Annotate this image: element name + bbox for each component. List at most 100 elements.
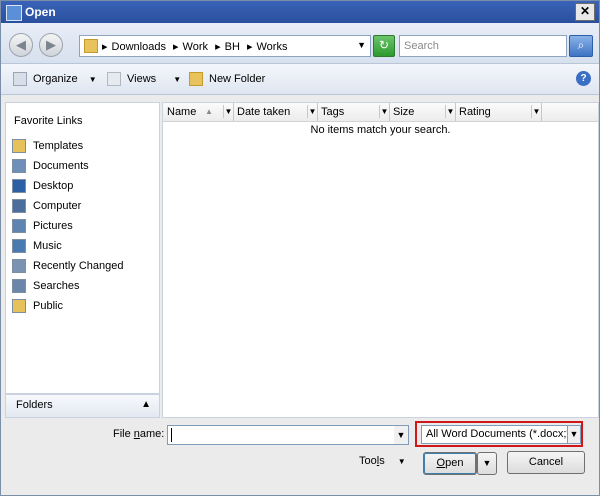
back-button[interactable]: ◀ — [9, 33, 33, 57]
close-button[interactable]: ✕ — [575, 3, 595, 21]
computer-icon — [12, 199, 26, 214]
nav-item-desktop[interactable]: Desktop — [6, 176, 159, 196]
open-dropdown-button[interactable]: ▼ — [477, 452, 497, 475]
breadcrumb-works[interactable]: Works — [256, 41, 287, 53]
column-date-taken-label: Date taken — [237, 106, 291, 118]
recent-icon — [12, 259, 26, 274]
toolbar: Organize ▼ Views ▼ New Folder ? — [1, 64, 599, 95]
column-size-filter-icon[interactable]: ▼ — [445, 105, 455, 118]
nav-item-label: Computer — [33, 200, 82, 212]
tools-label-part: Too — [359, 455, 377, 467]
views-label: Views — [127, 72, 157, 85]
refresh-button[interactable]: ↻ — [373, 35, 395, 57]
nav-item-searches[interactable]: Searches — [6, 276, 159, 296]
desktop-icon — [12, 179, 26, 194]
nav-item-music[interactable]: Music — [6, 236, 159, 256]
column-date-taken[interactable]: Date taken ▼ — [233, 103, 318, 121]
chevron-up-icon: ▲ — [141, 399, 151, 410]
chevron-down-icon: ▼ — [482, 458, 492, 468]
breadcrumb-separator: ▸ — [246, 41, 253, 53]
forward-arrow-icon: ▶ — [46, 37, 56, 52]
nav-item-label: Recently Changed — [33, 260, 124, 272]
title-bar[interactable]: Open ✕ — [1, 1, 599, 23]
file-name-label: File name: — [113, 428, 164, 440]
nav-item-documents[interactable]: Documents — [6, 156, 159, 176]
breadcrumb-separator: ▸ — [173, 41, 179, 53]
nav-item-recently-changed[interactable]: Recently Changed — [6, 256, 159, 276]
nav-item-pictures[interactable]: Pictures — [6, 216, 159, 236]
breadcrumb-bh[interactable]: BH — [225, 41, 240, 53]
views-icon — [107, 72, 121, 86]
address-bar-area: ◀ ▶ ▸ Downloads ▸ Work ▸ BH ▸ Works ▼ ↻ Sear… — [1, 23, 599, 64]
file-type-filter[interactable]: All Word Documents (*.docx;* ▼ — [415, 421, 583, 447]
search-icon: ⌕ — [577, 38, 585, 52]
file-name-input[interactable] — [167, 425, 395, 445]
nav-item-label: Public — [33, 300, 63, 312]
folder-icon — [84, 39, 98, 53]
search-input[interactable]: Search — [399, 35, 567, 57]
open-dialog: Open ✕ ◀ ▶ ▸ Downloads ▸ Work ▸ BH ▸ Works ▼… — [0, 0, 600, 496]
tools-label-part: s — [379, 455, 385, 467]
favorite-links-header: Favorite Links — [14, 115, 83, 127]
column-rating-filter-icon[interactable]: ▼ — [531, 105, 541, 118]
column-header-bar: Name ▲ ▼ Date taken ▼ Tags ▼ Size ▼ Rati… — [163, 103, 598, 122]
documents-icon — [12, 159, 26, 174]
nav-item-public[interactable]: Public — [6, 296, 159, 316]
chevron-down-icon: ▼ — [397, 457, 406, 466]
column-date-taken-filter-icon[interactable]: ▼ — [307, 105, 317, 118]
address-bar[interactable]: ▸ Downloads ▸ Work ▸ BH ▸ Works ▼ — [79, 35, 371, 57]
navigation-pane: Favorite Links Templates Documents Desktop… — [5, 102, 160, 394]
file-name-label-part: File — [113, 428, 134, 440]
window-title: Open — [25, 5, 56, 19]
music-icon — [12, 239, 26, 254]
favorite-links-list: Templates Documents Desktop Computer Picture… — [6, 136, 159, 316]
sort-ascending-icon: ▲ — [205, 107, 213, 116]
nav-item-label: Templates — [33, 140, 84, 152]
breadcrumb-separator: ▸ — [102, 41, 108, 53]
column-size-label: Size — [393, 106, 415, 118]
views-button[interactable]: Views ▼ — [107, 72, 181, 86]
column-size[interactable]: Size ▼ — [389, 103, 456, 121]
tools-button[interactable]: Tools ▼ — [359, 455, 406, 467]
column-rating-label: Rating — [459, 106, 491, 118]
nav-item-label: Searches — [33, 280, 80, 292]
chevron-down-icon: ▼ — [173, 74, 182, 84]
forward-button[interactable]: ▶ — [39, 33, 63, 57]
column-rating[interactable]: Rating ▼ — [455, 103, 542, 121]
file-type-dropdown-icon[interactable]: ▼ — [567, 425, 581, 444]
organize-button[interactable]: Organize ▼ — [13, 72, 97, 86]
search-button[interactable]: ⌕ — [569, 35, 593, 57]
new-folder-icon — [189, 72, 203, 86]
column-name[interactable]: Name ▲ ▼ — [163, 103, 234, 121]
nav-item-label: Pictures — [33, 220, 73, 232]
cancel-button[interactable]: Cancel — [507, 451, 585, 474]
column-name-filter-icon[interactable]: ▼ — [223, 105, 233, 118]
address-dropdown-icon[interactable]: ▼ — [357, 40, 366, 50]
column-name-label: Name — [167, 106, 197, 118]
column-tags[interactable]: Tags ▼ — [317, 103, 390, 121]
chevron-down-icon: ▼ — [88, 74, 97, 84]
breadcrumb-separator: ▸ — [215, 41, 221, 53]
open-label-part: pen — [445, 457, 464, 469]
file-name-label-part: ame: — [139, 428, 165, 440]
organize-label: Organize — [33, 72, 78, 85]
new-folder-button[interactable]: New Folder — [189, 72, 265, 86]
open-button[interactable]: Open — [423, 452, 477, 475]
breadcrumb: ▸ Downloads ▸ Work ▸ BH ▸ Works — [102, 40, 291, 53]
app-icon — [6, 5, 22, 21]
file-name-dropdown-icon[interactable]: ▼ — [394, 425, 409, 445]
nav-item-templates[interactable]: Templates — [6, 136, 159, 156]
file-type-select[interactable]: All Word Documents (*.docx;* — [421, 425, 569, 444]
pictures-icon — [12, 219, 26, 234]
breadcrumb-work[interactable]: Work — [183, 41, 208, 53]
new-folder-label: New Folder — [209, 72, 266, 85]
bottom-panel: File name: ▼ All Word Documents (*.docx;… — [1, 418, 599, 495]
breadcrumb-downloads[interactable]: Downloads — [112, 41, 166, 53]
folders-toggle[interactable]: Folders ▲ — [5, 394, 160, 418]
nav-item-computer[interactable]: Computer — [6, 196, 159, 216]
file-list-pane: Name ▲ ▼ Date taken ▼ Tags ▼ Size ▼ Rati… — [162, 102, 599, 418]
help-icon[interactable]: ? — [576, 71, 591, 86]
column-tags-filter-icon[interactable]: ▼ — [379, 105, 389, 118]
text-caret — [171, 428, 172, 442]
back-arrow-icon: ◀ — [16, 37, 26, 52]
